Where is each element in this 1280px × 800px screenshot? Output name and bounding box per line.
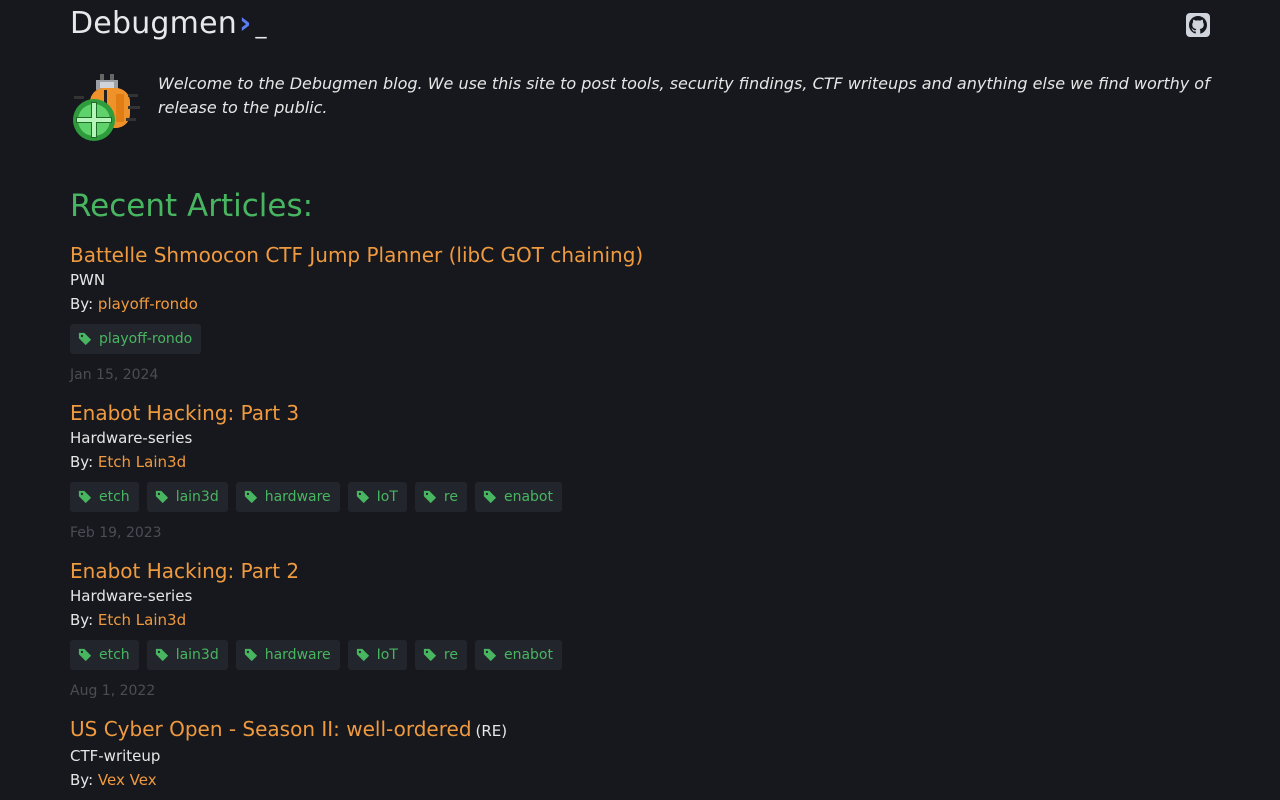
tag-icon bbox=[78, 648, 92, 662]
article-item: Enabot Hacking: Part 3 Hardware-series By:… bbox=[70, 400, 1210, 544]
site-header: Debugmen› _ bbox=[70, 0, 1210, 58]
tag-pill[interactable]: etch bbox=[70, 640, 139, 670]
site-name: Debugmen bbox=[70, 6, 237, 41]
tag-label: IoT bbox=[376, 647, 398, 663]
prompt-glyph: › bbox=[238, 6, 252, 41]
tag-pill[interactable]: enabot bbox=[474, 640, 562, 670]
article-category: CTF-writeup bbox=[70, 747, 161, 765]
article-item: Battelle Shmoocon CTF Jump Planner (libC… bbox=[70, 242, 1210, 386]
by-label: By: bbox=[70, 453, 94, 471]
tag-icon bbox=[244, 648, 257, 662]
tag-label: enabot bbox=[503, 647, 553, 663]
tag-label: lain3d bbox=[175, 647, 219, 663]
tag-pill[interactable]: re bbox=[414, 640, 467, 670]
article-title-link[interactable]: Enabot Hacking: Part 3 bbox=[70, 401, 299, 425]
tag-icon bbox=[423, 490, 437, 504]
article-byline: By: Vex Vex bbox=[70, 768, 1210, 792]
article-author-link[interactable]: Vex Vex bbox=[98, 771, 157, 789]
article-item: Enabot Hacking: Part 2 Hardware-series By:… bbox=[70, 558, 1210, 702]
tag-icon bbox=[78, 490, 92, 504]
tag-label: hardware bbox=[264, 489, 331, 505]
tag-pill[interactable]: IoT bbox=[347, 482, 407, 512]
article-title-link[interactable]: Battelle Shmoocon CTF Jump Planner (libC… bbox=[70, 243, 643, 267]
tag-icon bbox=[483, 490, 497, 504]
tag-icon bbox=[356, 648, 369, 662]
github-icon bbox=[1189, 16, 1207, 34]
tag-label: hardware bbox=[264, 647, 331, 663]
tag-pill[interactable]: lain3d bbox=[146, 482, 228, 512]
article-category: Hardware-series bbox=[70, 587, 193, 605]
tag-label: enabot bbox=[503, 489, 553, 505]
tag-icon bbox=[483, 648, 497, 662]
article-title-link[interactable]: Enabot Hacking: Part 2 bbox=[70, 559, 299, 583]
tag-icon bbox=[78, 332, 92, 346]
intro-section: Welcome to the Debugmen blog. We use thi… bbox=[70, 72, 1210, 162]
tag-pill[interactable]: re bbox=[414, 482, 467, 512]
by-label: By: bbox=[70, 295, 94, 313]
tag-label: etch bbox=[99, 647, 130, 663]
cursor-glyph: _ bbox=[255, 14, 267, 39]
article-list: Battelle Shmoocon CTF Jump Planner (libC… bbox=[70, 242, 1210, 792]
page-container: Debugmen› _ Welcome to the Debugmen blog… bbox=[70, 0, 1210, 792]
tag-label: IoT bbox=[376, 489, 398, 505]
tag-label: lain3d bbox=[175, 489, 219, 505]
tag-pill[interactable]: hardware bbox=[235, 482, 340, 512]
article-byline: By: playoff-rondo bbox=[70, 292, 1210, 316]
section-title: Recent Articles: bbox=[70, 188, 314, 224]
article-title-suffix: (RE) bbox=[475, 722, 508, 740]
tag-pill[interactable]: hardware bbox=[235, 640, 340, 670]
tag-icon bbox=[356, 490, 369, 504]
tag-list: playoff-rondo bbox=[70, 324, 1210, 354]
tag-icon bbox=[155, 490, 168, 504]
tag-icon bbox=[244, 490, 257, 504]
article-byline: By: Etch Lain3d bbox=[70, 608, 1210, 632]
tag-label: etch bbox=[99, 489, 130, 505]
tag-label: re bbox=[443, 489, 458, 505]
tag-pill[interactable]: lain3d bbox=[146, 640, 228, 670]
article-byline: By: Etch Lain3d bbox=[70, 450, 1210, 474]
github-link[interactable] bbox=[1186, 13, 1210, 37]
by-label: By: bbox=[70, 771, 94, 789]
article-title-link[interactable]: US Cyber Open - Season II: well-ordered bbox=[70, 717, 472, 741]
article-author-link[interactable]: playoff-rondo bbox=[98, 295, 198, 313]
tag-pill[interactable]: etch bbox=[70, 482, 139, 512]
intro-text: Welcome to the Debugmen blog. We use thi… bbox=[158, 74, 1210, 117]
article-author-link[interactable]: Etch Lain3d bbox=[98, 611, 186, 629]
bug-logo bbox=[73, 74, 140, 141]
tag-icon bbox=[423, 648, 437, 662]
tag-label: playoff-rondo bbox=[99, 331, 193, 347]
tag-label: re bbox=[443, 647, 458, 663]
article-date: Jan 15, 2024 bbox=[70, 367, 159, 383]
article-author-link[interactable]: Etch Lain3d bbox=[98, 453, 186, 471]
tag-pill[interactable]: IoT bbox=[347, 640, 407, 670]
site-logo-link[interactable]: Debugmen› _ bbox=[70, 6, 267, 41]
by-label: By: bbox=[70, 611, 94, 629]
tag-list: etch lain3d hardware IoT re enabot bbox=[70, 482, 1210, 512]
article-category: PWN bbox=[70, 271, 106, 289]
tag-pill[interactable]: playoff-rondo bbox=[70, 324, 202, 354]
article-date: Aug 1, 2022 bbox=[70, 683, 156, 699]
tag-list: etch lain3d hardware IoT re enabot bbox=[70, 640, 1210, 670]
tag-icon bbox=[155, 648, 168, 662]
article-item: US Cyber Open - Season II: well-ordered(… bbox=[70, 716, 1210, 792]
article-category: Hardware-series bbox=[70, 429, 193, 447]
tag-pill[interactable]: enabot bbox=[474, 482, 562, 512]
article-date: Feb 19, 2023 bbox=[70, 525, 162, 541]
